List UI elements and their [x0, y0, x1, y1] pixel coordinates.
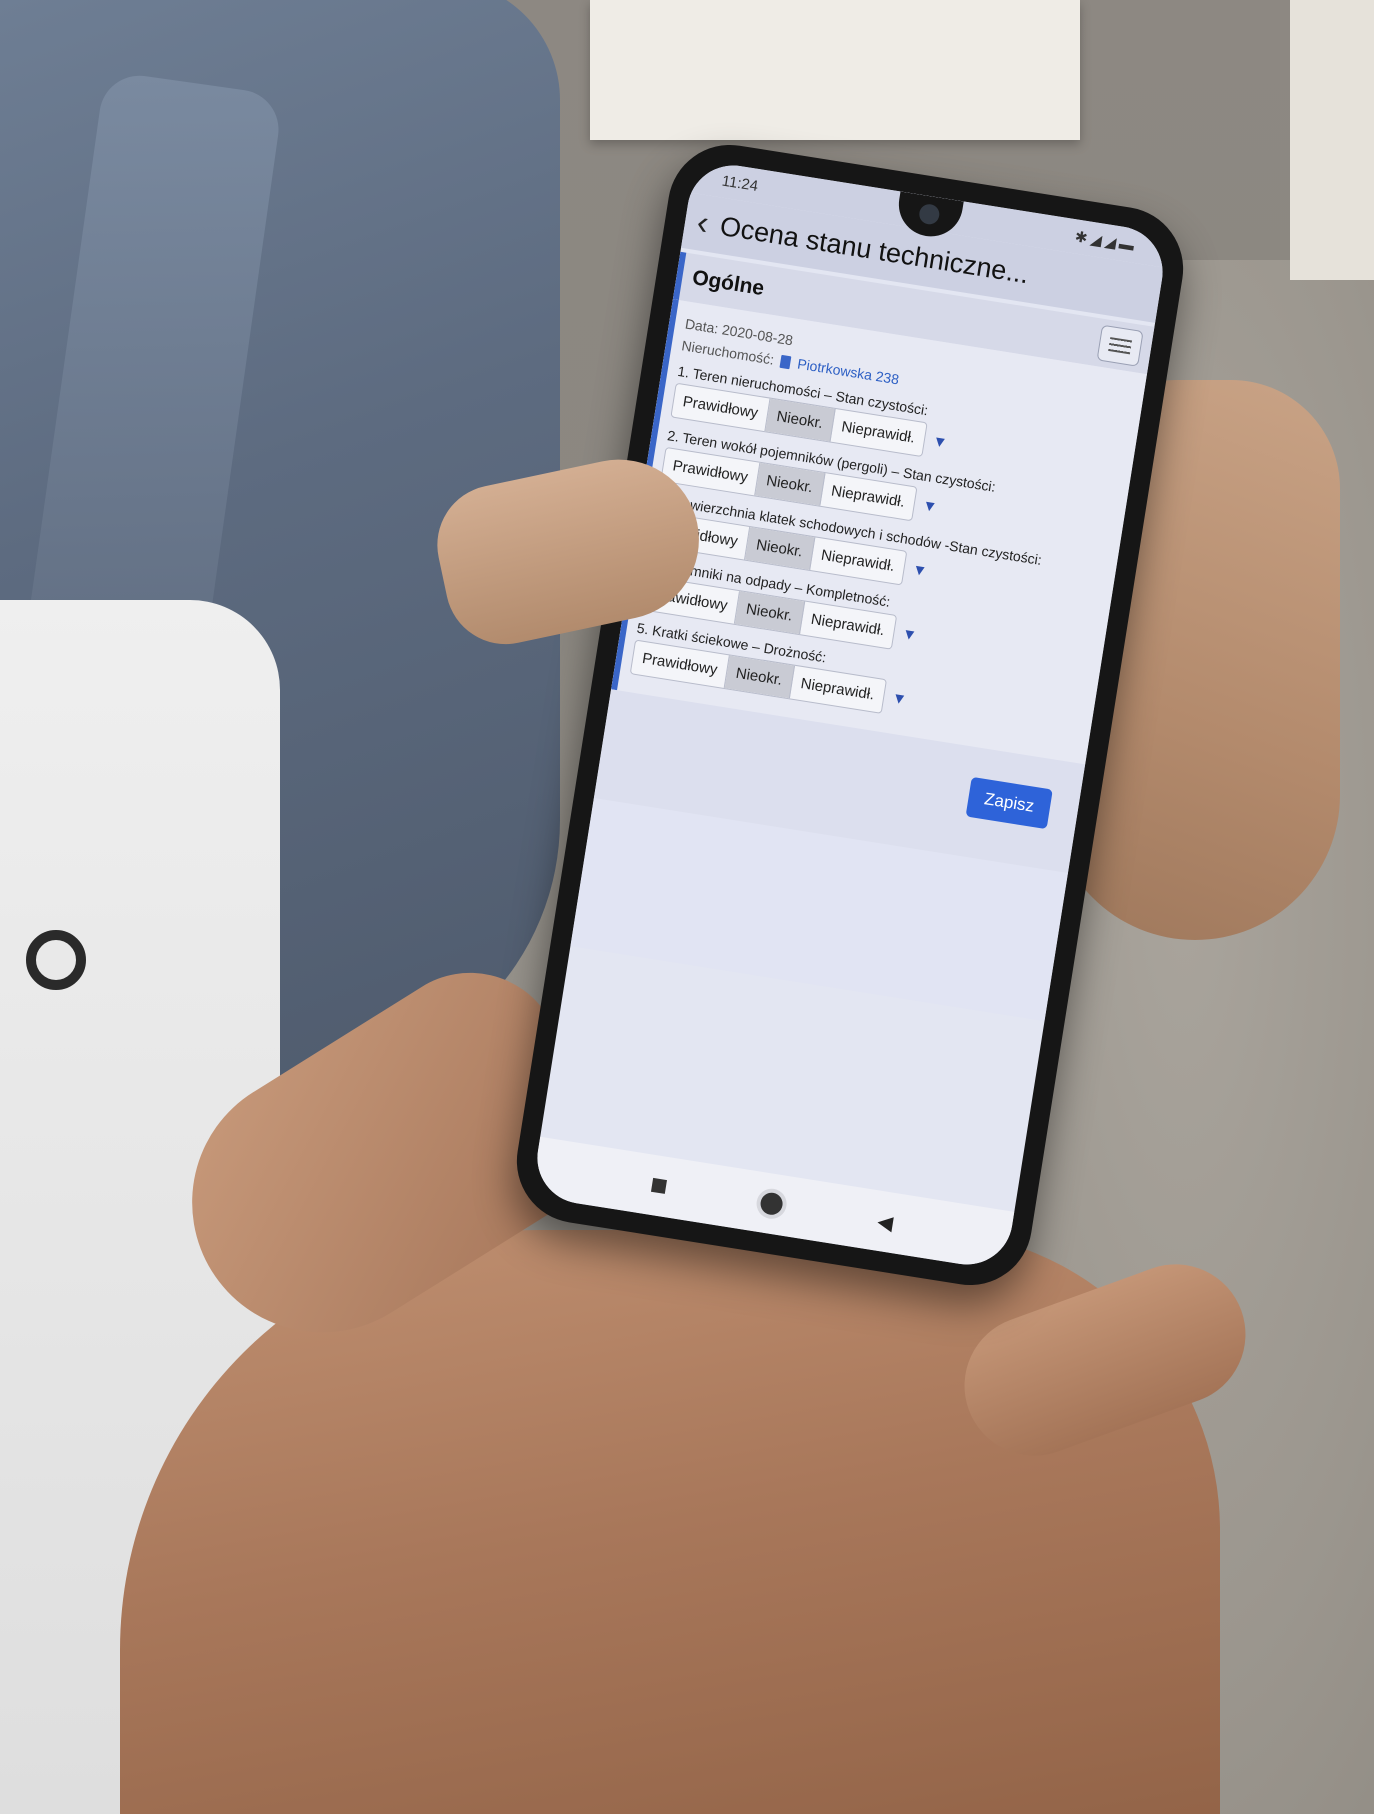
expand-caret-icon[interactable]: ▼ [891, 689, 908, 708]
back-triangle-icon[interactable]: ◀ [876, 1208, 895, 1235]
expand-caret-icon[interactable]: ▼ [901, 625, 918, 644]
date-label: Data: [683, 315, 720, 337]
back-arrow-icon[interactable]: ‹ [694, 203, 711, 242]
option-unknown[interactable]: Nieokr. [724, 655, 795, 699]
option-unknown[interactable]: Nieokr. [734, 591, 805, 635]
option-unknown[interactable]: Nieokr. [755, 462, 826, 506]
expand-caret-icon[interactable]: ▼ [921, 497, 938, 516]
section-title: Ogólne [690, 266, 766, 301]
menu-button[interactable] [1096, 324, 1144, 367]
photo-scene: 11:24 ✱◢◢▬ ‹ Ocena stanu techniczne... O… [0, 0, 1374, 1814]
hamburger-icon [1108, 337, 1133, 355]
option-unknown[interactable]: Nieokr. [765, 398, 836, 442]
wall-board [590, 0, 1080, 140]
option-unknown[interactable]: Nieokr. [744, 527, 815, 570]
wall-board-right [1290, 0, 1374, 280]
recents-square-icon[interactable] [651, 1177, 668, 1194]
home-circle-icon[interactable] [759, 1191, 785, 1217]
save-button[interactable]: Zapisz [965, 776, 1053, 830]
expand-caret-icon[interactable]: ▼ [911, 561, 928, 580]
status-time: 11:24 [720, 172, 760, 195]
expand-caret-icon[interactable]: ▼ [931, 433, 948, 452]
status-icons: ✱◢◢▬ [1073, 228, 1139, 255]
document-icon [779, 354, 792, 370]
front-camera [917, 202, 941, 226]
shirt-button [26, 930, 86, 990]
